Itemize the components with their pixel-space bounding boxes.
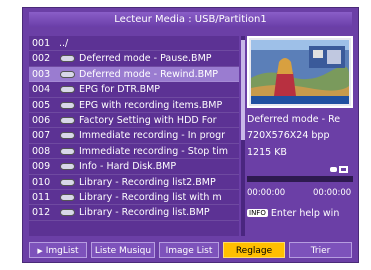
file-name: Factory Setting with HDD For [79,114,217,126]
imglist-button[interactable]: ▶ ImgList [29,242,87,258]
file-name: EPG for DTR.BMP [79,84,161,96]
file-number: 005 [32,99,51,111]
bmp-icon [60,209,75,217]
window-title: Lecteur Media : USB/Partition1 [29,12,352,27]
file-row[interactable]: 011 Library - Recording list with m [29,190,239,206]
file-list-scrollbar[interactable] [241,36,245,236]
media-player-screen: Lecteur Media : USB/Partition1 001 ../ 0… [23,8,358,262]
file-number: 009 [32,161,51,173]
file-row[interactable]: 004 EPG for DTR.BMP [29,82,239,98]
time-end: 00:00:00 [313,188,352,198]
playback-progress-bar [247,176,353,182]
button-label: Reglage [235,246,273,256]
preview-size: 1215 KB [247,147,287,158]
preview-thumbnail [249,38,351,106]
file-row[interactable]: 002 Deferred mode - Pause.BMP [29,51,239,67]
settings-button[interactable]: Reglage [223,242,285,258]
bmp-icon [60,116,75,124]
file-name: Library - Recording list2.BMP [79,176,216,188]
file-row[interactable]: 006 Factory Setting with HDD For [29,113,239,129]
function-button-bar: ▶ ImgList Liste Musiqu Image List Reglag… [29,242,352,258]
file-name: Library - Recording list.BMP [79,207,210,219]
file-number: 011 [32,191,51,203]
bmp-icon [60,147,75,155]
file-name: ../ [59,38,69,49]
file-row[interactable]: 001 ../ [29,36,239,52]
bmp-icon [60,178,75,186]
music-list-button[interactable]: Liste Musiqu [91,242,155,258]
file-number: 012 [32,207,51,219]
file-number: 006 [32,114,51,126]
button-label: Liste Musiqu [94,246,152,256]
file-row-selected[interactable]: 003 Deferred mode - Rewind.BMP [29,66,239,83]
file-name: Deferred mode - Pause.BMP [79,53,212,65]
bmp-icon [60,101,75,109]
file-name: Deferred mode - Rewind.BMP [79,68,219,80]
scrollbar-thumb[interactable] [241,40,245,140]
file-row[interactable]: 010 Library - Recording list2.BMP [29,175,239,190]
info-key-icon: INFO [247,209,268,217]
play-arrow-icon: ▶ [37,247,43,255]
file-number: 007 [32,130,51,142]
file-name: Immediate recording - In progr [79,130,226,142]
bmp-icon [60,86,75,94]
file-number: 008 [32,145,51,157]
file-number: 004 [32,84,51,96]
button-label: ImgList [45,246,79,256]
file-row[interactable]: 007 Immediate recording - In progr [29,128,239,144]
bmp-icon [60,70,75,78]
help-hint: INFO Enter help win [247,208,339,219]
file-name: Info - Hard Disk.BMP [79,161,177,173]
preview-resolution: 720X576X24 bpp [247,130,330,141]
file-row[interactable]: 009 Info - Hard Disk.BMP [29,159,239,175]
time-start: 00:00:00 [247,188,286,198]
file-name: Immediate recording - Stop tim [79,145,228,157]
file-number: 001 [32,38,51,49]
file-row[interactable]: 012 Library - Recording list.BMP [29,205,239,221]
button-label: Image List [165,246,213,256]
bmp-icon [60,132,75,140]
image-list-button[interactable]: Image List [159,242,219,258]
bmp-icon [60,193,75,201]
image-preview [247,36,353,108]
sort-button[interactable]: Trier [289,242,352,258]
file-number: 010 [32,176,51,188]
file-row[interactable]: 005 EPG with recording items.BMP [29,98,239,113]
help-text: Enter help win [270,208,340,219]
file-list[interactable]: 001 ../ 002 Deferred mode - Pause.BMP 00… [29,36,239,236]
file-name: EPG with recording items.BMP [79,99,223,111]
bmp-icon [60,55,75,63]
file-name: Library - Recording list with m [79,191,222,203]
button-label: Trier [310,246,331,256]
bmp-icon [60,163,75,171]
file-number: 003 [32,68,51,80]
file-number: 002 [32,53,51,65]
file-row[interactable]: 008 Immediate recording - Stop tim [29,144,239,160]
preview-filename: Deferred mode - Re [247,114,341,125]
